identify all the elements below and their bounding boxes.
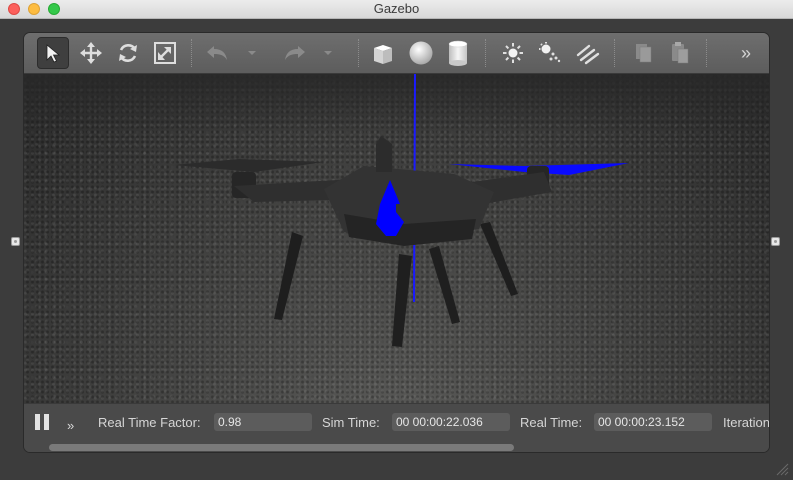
box-icon <box>374 45 392 64</box>
sim-controls-bar: » Real Time Factor: 0.98 Sim Time: 00 00… <box>24 403 770 452</box>
insert-box-button[interactable] <box>367 37 399 69</box>
undo-icon <box>207 46 227 60</box>
sim-time-value: 00 00:00:22.036 <box>392 413 510 431</box>
copy-icon <box>636 44 652 63</box>
resize-grip-icon[interactable] <box>775 462 789 476</box>
toolbar-separator <box>358 39 359 67</box>
copy-button[interactable] <box>628 37 660 69</box>
chevron-down-icon <box>248 51 256 55</box>
toolbar-overflow-button[interactable]: » <box>730 37 762 69</box>
directional-light-icon <box>576 44 600 65</box>
undo-history-dropdown[interactable] <box>244 37 260 69</box>
toolbar-separator <box>191 39 192 67</box>
toolbar-separator <box>706 39 707 67</box>
chevron-down-icon <box>324 51 332 55</box>
sphere-icon <box>409 41 433 65</box>
pause-icon <box>44 414 49 430</box>
window-titlebar: Gazebo <box>0 0 793 19</box>
step-options-button[interactable]: » <box>67 418 74 433</box>
insert-cylinder-button[interactable] <box>442 37 474 69</box>
real-time-value: 00 00:00:23.152 <box>594 413 712 431</box>
redo-button[interactable] <box>278 37 310 69</box>
insert-sphere-button[interactable] <box>405 37 437 69</box>
point-light-icon <box>503 43 523 63</box>
insert-directional-light-button[interactable] <box>572 37 604 69</box>
insert-spot-light-button[interactable] <box>534 37 566 69</box>
insert-point-light-button[interactable] <box>497 37 529 69</box>
pause-button[interactable] <box>32 412 52 432</box>
undo-button[interactable] <box>202 37 234 69</box>
left-panel-toggle[interactable] <box>11 237 20 246</box>
arrow-cursor-icon <box>46 44 61 63</box>
paste-button[interactable] <box>664 37 696 69</box>
sim-time-label: Sim Time: <box>322 415 380 430</box>
drone-model <box>174 74 629 347</box>
toolbar-separator <box>614 39 615 67</box>
move-arrows-icon <box>80 42 102 64</box>
select-mode-button[interactable] <box>37 37 69 69</box>
paste-icon <box>672 42 689 64</box>
spot-light-icon <box>539 42 561 63</box>
render-frame: » » Real Time Factor: 0.98 Sim Time: 00 … <box>23 32 770 453</box>
redo-icon <box>285 46 305 60</box>
pause-icon <box>35 414 40 430</box>
translate-mode-button[interactable] <box>75 37 107 69</box>
3d-viewport[interactable] <box>24 74 769 403</box>
real-time-label: Real Time: <box>520 415 583 430</box>
window-title: Gazebo <box>373 1 420 16</box>
scale-icon <box>154 42 176 64</box>
real-time-factor-label: Real Time Factor: <box>98 415 201 430</box>
toolbar: » <box>24 33 769 74</box>
rotate-icon <box>119 44 137 62</box>
right-panel-toggle[interactable] <box>771 237 780 246</box>
toolbar-separator <box>485 39 486 67</box>
horizontal-scrollbar[interactable] <box>49 444 514 451</box>
cylinder-icon <box>448 40 468 66</box>
redo-history-dropdown[interactable] <box>320 37 336 69</box>
real-time-factor-value: 0.98 <box>214 413 312 431</box>
iterations-label: Iterations: <box>723 415 770 430</box>
rotate-mode-button[interactable] <box>112 37 144 69</box>
scale-mode-button[interactable] <box>149 37 181 69</box>
